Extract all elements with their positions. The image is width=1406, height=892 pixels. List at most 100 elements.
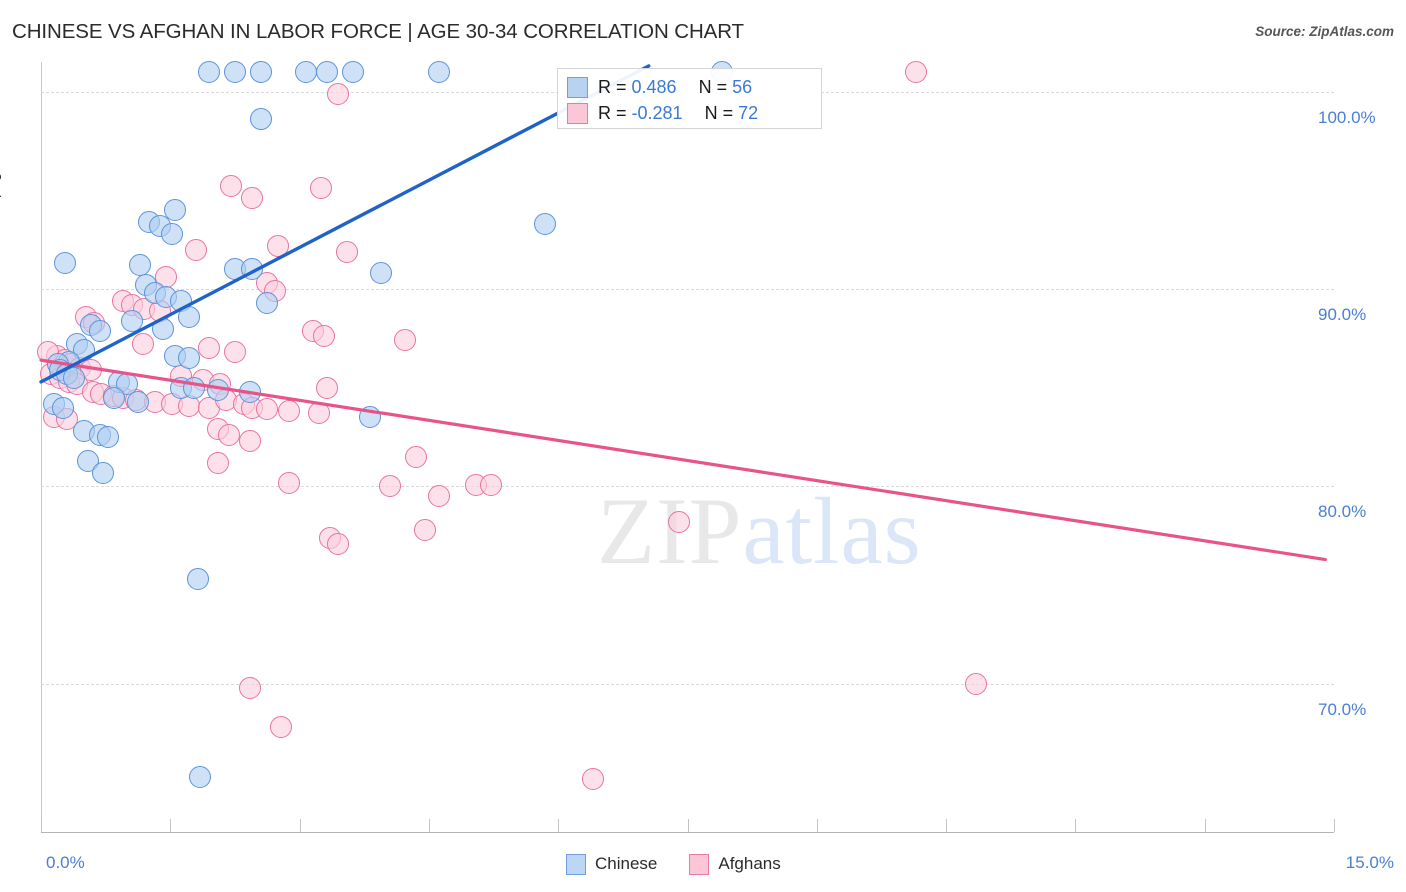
y-tick-label: 80.0% (1318, 502, 1367, 522)
scatter-point-afghans[interactable] (316, 376, 339, 399)
scatter-point-afghans[interactable] (278, 471, 301, 494)
scatter-point-afghans[interactable] (965, 672, 988, 695)
x-tick-label-max: 15.0% (1345, 853, 1394, 872)
legend-item-afghans[interactable]: Afghans (689, 853, 781, 875)
scatter-point-chinese[interactable] (62, 366, 85, 389)
scatter-point-afghans[interactable] (269, 716, 292, 739)
scatter-point-chinese[interactable] (249, 60, 272, 83)
scatter-point-afghans[interactable] (238, 430, 261, 453)
watermark-zip: ZIP (597, 478, 743, 584)
scatter-point-chinese[interactable] (198, 60, 221, 83)
x-axis-tick (687, 819, 689, 832)
x-axis-tick (428, 819, 430, 832)
scatter-point-afghans[interactable] (198, 337, 221, 360)
stats-row-afghans: R = -0.281 N = 72 (567, 100, 812, 126)
scatter-point-afghans[interactable] (904, 60, 927, 83)
n-value-chinese: 56 (732, 76, 753, 97)
scatter-point-afghans[interactable] (312, 325, 335, 348)
scatter-point-afghans[interactable] (267, 234, 290, 257)
scatter-point-chinese[interactable] (316, 60, 339, 83)
scatter-point-chinese[interactable] (51, 396, 74, 419)
scatter-point-chinese[interactable] (249, 108, 272, 131)
n-label-afghans: N = (704, 102, 734, 123)
r-value-afghans: -0.281 (631, 102, 683, 123)
scatter-point-afghans[interactable] (379, 475, 402, 498)
scatter-point-chinese[interactable] (428, 60, 451, 83)
scatter-point-afghans[interactable] (336, 240, 358, 263)
scatter-point-afghans[interactable] (223, 341, 246, 364)
x-axis-tick (558, 819, 560, 832)
legend-swatch-chinese-icon (566, 853, 586, 875)
scatter-point-afghans[interactable] (413, 518, 436, 541)
scatter-point-chinese[interactable] (103, 386, 126, 409)
y-axis-title: In Labor Force | Age 30-34 (0, 121, 2, 300)
scatter-point-afghans[interactable] (206, 451, 229, 474)
scatter-point-chinese[interactable] (223, 60, 246, 83)
scatter-point-afghans[interactable] (241, 187, 264, 210)
scatter-point-afghans[interactable] (307, 402, 330, 425)
scatter-point-chinese[interactable] (186, 568, 209, 591)
y-tick-label: 100.0% (1318, 107, 1376, 127)
watermark-atlas: atlas (742, 478, 922, 584)
scatter-point-chinese[interactable] (178, 305, 201, 328)
scatter-point-afghans[interactable] (581, 767, 604, 790)
scatter-point-chinese[interactable] (161, 222, 184, 245)
plot-area: ZIPatlas (36, 60, 1334, 832)
scatter-point-chinese[interactable] (183, 376, 206, 399)
scatter-point-chinese[interactable] (54, 252, 77, 275)
scatter-point-afghans[interactable] (667, 511, 690, 534)
x-tick-label-min: 0.0% (46, 853, 85, 872)
gridline (41, 289, 1334, 291)
scatter-point-afghans[interactable] (238, 676, 261, 699)
x-axis-tick (1075, 819, 1077, 832)
scatter-point-chinese[interactable] (120, 309, 143, 332)
scatter-point-chinese[interactable] (342, 60, 365, 83)
r-label-afghans: R = (598, 102, 627, 123)
scatter-point-chinese[interactable] (189, 765, 212, 788)
y-tick-label: 90.0% (1318, 305, 1367, 325)
scatter-point-afghans[interactable] (217, 424, 240, 447)
scatter-point-chinese[interactable] (238, 380, 261, 403)
n-label-chinese: N = (698, 76, 728, 97)
x-axis-line (41, 832, 1334, 833)
scatter-point-afghans[interactable] (131, 333, 154, 356)
scatter-point-chinese[interactable] (88, 319, 111, 342)
watermark: ZIPatlas (597, 476, 922, 586)
scatter-point-chinese[interactable] (97, 426, 120, 449)
scatter-point-afghans[interactable] (185, 238, 208, 261)
scatter-point-chinese[interactable] (534, 212, 557, 235)
scatter-point-afghans[interactable] (404, 445, 427, 468)
scatter-point-chinese[interactable] (206, 378, 229, 401)
x-axis-tick (41, 819, 42, 832)
scatter-point-chinese[interactable] (129, 254, 152, 277)
scatter-point-afghans[interactable] (479, 473, 502, 496)
scatter-point-afghans[interactable] (428, 485, 451, 508)
correlation-stats-box: R = 0.486 N = 56 R = -0.281 N = 72 (557, 68, 822, 129)
swatch-chinese-icon (567, 76, 588, 98)
gridline (41, 683, 1334, 685)
scatter-point-chinese[interactable] (295, 60, 318, 83)
scatter-point-chinese[interactable] (178, 347, 201, 370)
scatter-point-chinese[interactable] (255, 291, 278, 314)
scatter-point-afghans[interactable] (327, 532, 350, 555)
n-value-afghans: 72 (738, 102, 759, 123)
scatter-point-afghans[interactable] (278, 400, 301, 423)
scatter-point-chinese[interactable] (126, 390, 149, 413)
scatter-point-chinese[interactable] (359, 406, 382, 429)
scatter-point-afghans[interactable] (310, 177, 333, 200)
y-tick-label: 70.0% (1318, 699, 1367, 719)
legend-swatch-afghans-icon (689, 853, 710, 875)
x-axis-tick (946, 819, 948, 832)
scatter-point-afghans[interactable] (255, 398, 278, 421)
r-label-chinese: R = (598, 76, 627, 97)
legend-item-chinese[interactable]: Chinese (566, 853, 657, 875)
scatter-point-chinese[interactable] (152, 317, 175, 340)
scatter-point-afghans[interactable] (219, 175, 242, 198)
scatter-point-afghans[interactable] (327, 82, 350, 105)
scatter-point-afghans[interactable] (393, 329, 416, 352)
scatter-point-chinese[interactable] (92, 461, 115, 484)
x-axis-tick (170, 819, 172, 832)
r-value-chinese: 0.486 (631, 76, 677, 97)
legend-label-afghans: Afghans (718, 854, 781, 873)
scatter-point-chinese[interactable] (370, 262, 393, 285)
